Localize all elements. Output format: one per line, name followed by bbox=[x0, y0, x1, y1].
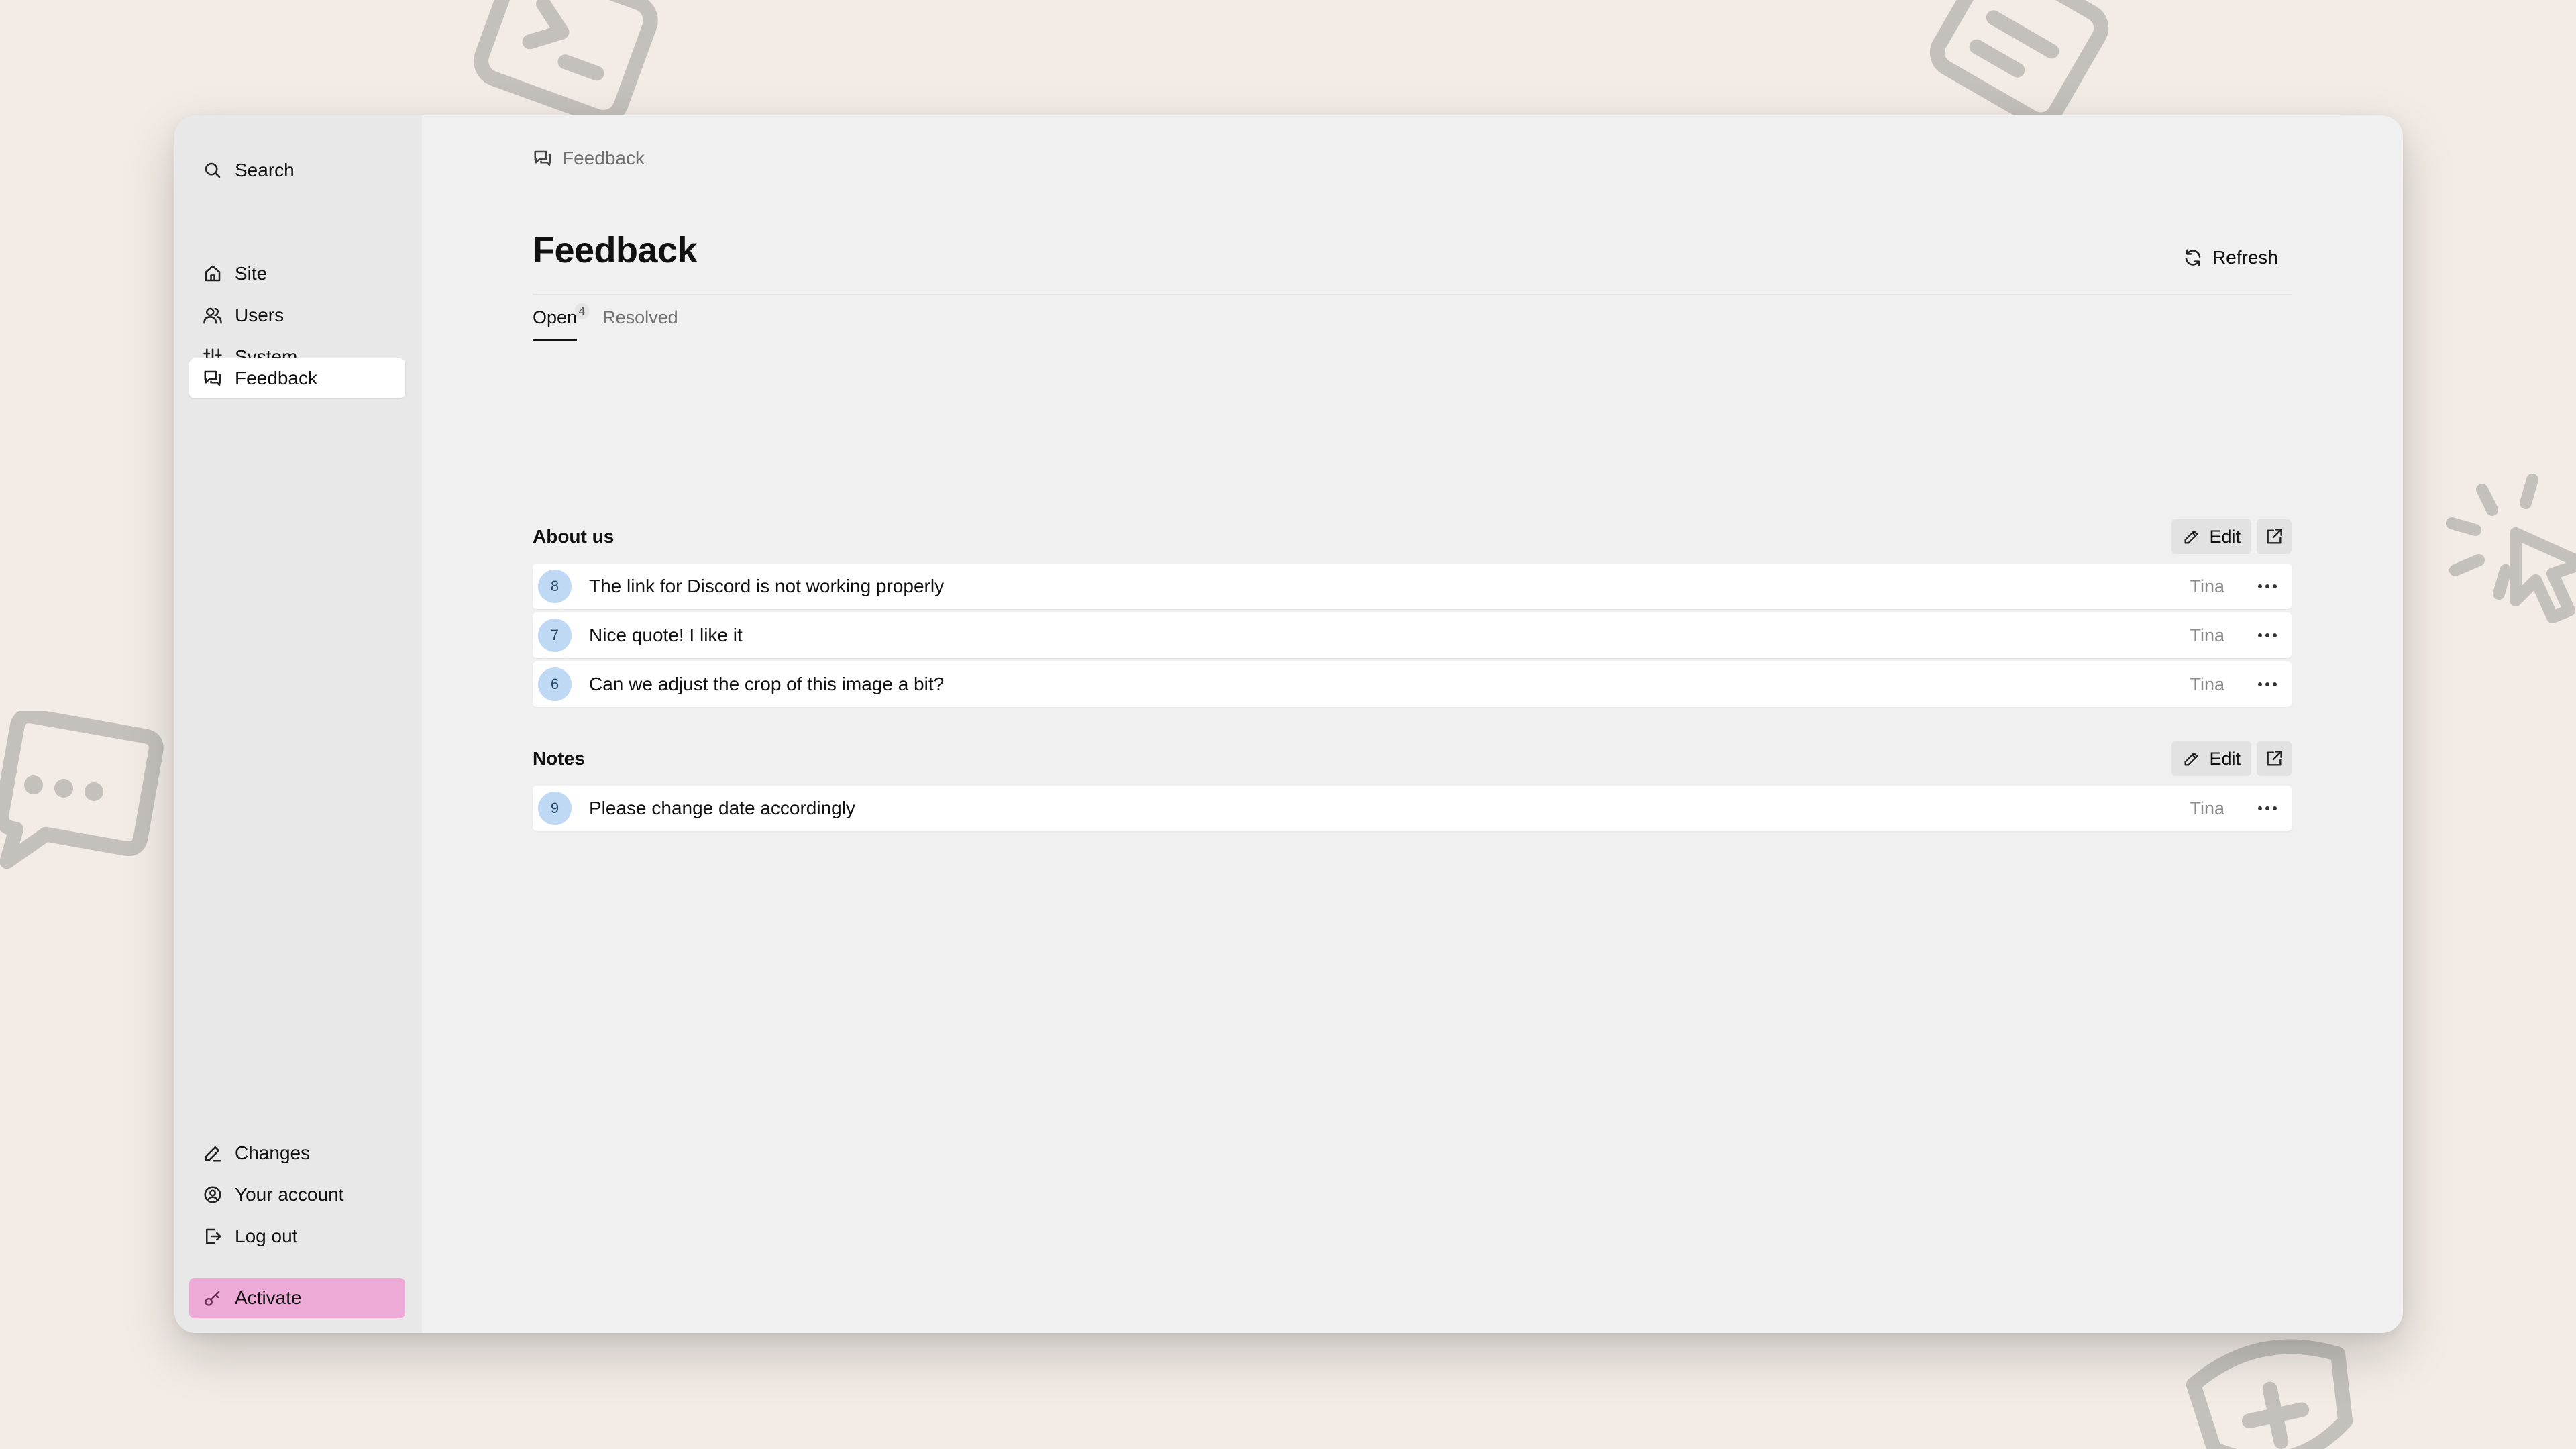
note-doodle-icon bbox=[1919, 0, 2120, 121]
sidebar-item-account[interactable]: Your account bbox=[189, 1175, 405, 1215]
number-badge: 6 bbox=[538, 667, 572, 701]
activate-label: Activate bbox=[235, 1287, 302, 1308]
number-badge: 9 bbox=[538, 792, 572, 825]
sidebar-item-label: Feedback bbox=[235, 368, 317, 388]
chat-icon bbox=[201, 367, 224, 390]
search-label: Search bbox=[235, 160, 294, 180]
sidebar-item-changes[interactable]: Changes bbox=[189, 1133, 405, 1173]
breadcrumb[interactable]: Feedback bbox=[533, 138, 645, 178]
sidebar-item-feedback[interactable]: Feedback bbox=[189, 358, 405, 398]
activate-button[interactable]: Activate bbox=[189, 1278, 405, 1318]
edit-label: Edit bbox=[2209, 526, 2241, 547]
edit-label: Edit bbox=[2209, 748, 2241, 769]
tab-label: Resolved bbox=[602, 307, 678, 327]
chat-icon bbox=[533, 148, 553, 168]
feedback-row[interactable]: 6 Can we adjust the crop of this image a… bbox=[533, 661, 2292, 707]
cursor-click-doodle-icon bbox=[2442, 470, 2576, 631]
edit-button[interactable]: Edit bbox=[2171, 741, 2251, 776]
refresh-icon bbox=[2183, 248, 2203, 268]
users-icon bbox=[201, 304, 224, 327]
sidebar-item-label: Your account bbox=[235, 1184, 344, 1205]
open-external-button[interactable] bbox=[2257, 519, 2292, 554]
home-icon bbox=[201, 262, 224, 285]
tab-open[interactable]: Open 4 bbox=[533, 303, 590, 341]
sidebar-item-label: Site bbox=[235, 263, 268, 284]
feedback-author: Tina bbox=[2190, 674, 2224, 694]
more-options-icon[interactable] bbox=[2250, 667, 2285, 702]
pencil-icon bbox=[201, 1142, 224, 1165]
external-link-icon bbox=[2265, 527, 2284, 546]
logout-icon bbox=[201, 1225, 224, 1248]
sidebar-item-users[interactable]: Users bbox=[189, 295, 405, 335]
refresh-label: Refresh bbox=[2212, 247, 2278, 268]
feedback-text: Can we adjust the crop of this image a b… bbox=[589, 674, 945, 694]
tab-resolved[interactable]: Resolved bbox=[602, 307, 678, 341]
refresh-button[interactable]: Refresh bbox=[2172, 239, 2289, 276]
sidebar-item-label: Changes bbox=[235, 1142, 311, 1163]
feedback-author: Tina bbox=[2190, 798, 2224, 818]
pencil-icon bbox=[2182, 527, 2201, 546]
section-title: Notes bbox=[533, 748, 585, 769]
breadcrumb-label: Feedback bbox=[562, 148, 645, 168]
account-icon bbox=[201, 1183, 224, 1206]
feedback-author: Tina bbox=[2190, 576, 2224, 596]
search-icon bbox=[201, 159, 224, 182]
tab-label: Open bbox=[533, 307, 578, 327]
page-title: Feedback bbox=[533, 230, 698, 270]
search-button[interactable]: Search bbox=[189, 150, 405, 191]
app-window: Search Site Users System Feedback Change… bbox=[174, 115, 2403, 1333]
main-content: Feedback Feedback Refresh Open 4 Resolve… bbox=[422, 115, 2403, 1333]
feedback-row[interactable]: 8 The link for Discord is not working pr… bbox=[533, 564, 2292, 609]
key-icon bbox=[201, 1287, 224, 1309]
count-badge: 4 bbox=[574, 303, 590, 319]
feedback-list: 8 The link for Discord is not working pr… bbox=[533, 564, 2292, 707]
feedback-author: Tina bbox=[2190, 625, 2224, 645]
header-divider bbox=[533, 294, 2292, 295]
number-badge: 8 bbox=[538, 570, 572, 603]
tabs: Open 4 Resolved bbox=[533, 303, 678, 341]
feedback-text: Please change date accordingly bbox=[589, 798, 855, 818]
feedback-section-about-us: About us Edit 8 The link for Discord is … bbox=[533, 518, 2292, 707]
chat-bubble-doodle-icon bbox=[0, 711, 168, 892]
feedback-text: Nice quote! I like it bbox=[589, 625, 743, 645]
more-options-icon[interactable] bbox=[2250, 618, 2285, 653]
terminal-doodle-icon bbox=[456, 0, 671, 127]
feedback-row[interactable]: 9 Please change date accordingly Tina bbox=[533, 786, 2292, 831]
edit-button[interactable]: Edit bbox=[2171, 519, 2251, 554]
more-options-icon[interactable] bbox=[2250, 791, 2285, 826]
external-link-icon bbox=[2265, 749, 2284, 768]
sidebar-item-site[interactable]: Site bbox=[189, 254, 405, 294]
more-options-icon[interactable] bbox=[2250, 569, 2285, 604]
sidebar-item-label: Log out bbox=[235, 1226, 298, 1246]
feedback-list: 9 Please change date accordingly Tina bbox=[533, 786, 2292, 831]
open-external-button[interactable] bbox=[2257, 741, 2292, 776]
feedback-text: The link for Discord is not working prop… bbox=[589, 576, 945, 596]
shield-plus-doodle-icon bbox=[2174, 1328, 2375, 1449]
feedback-section-notes: Notes Edit 9 Please change date accordin… bbox=[533, 740, 2292, 831]
pencil-icon bbox=[2182, 749, 2201, 768]
sidebar: Search Site Users System Feedback Change… bbox=[174, 115, 422, 1333]
feedback-row[interactable]: 7 Nice quote! I like it Tina bbox=[533, 612, 2292, 658]
sidebar-item-logout[interactable]: Log out bbox=[189, 1216, 405, 1256]
section-title: About us bbox=[533, 526, 614, 547]
sidebar-item-label: Users bbox=[235, 305, 284, 325]
number-badge: 7 bbox=[538, 619, 572, 652]
